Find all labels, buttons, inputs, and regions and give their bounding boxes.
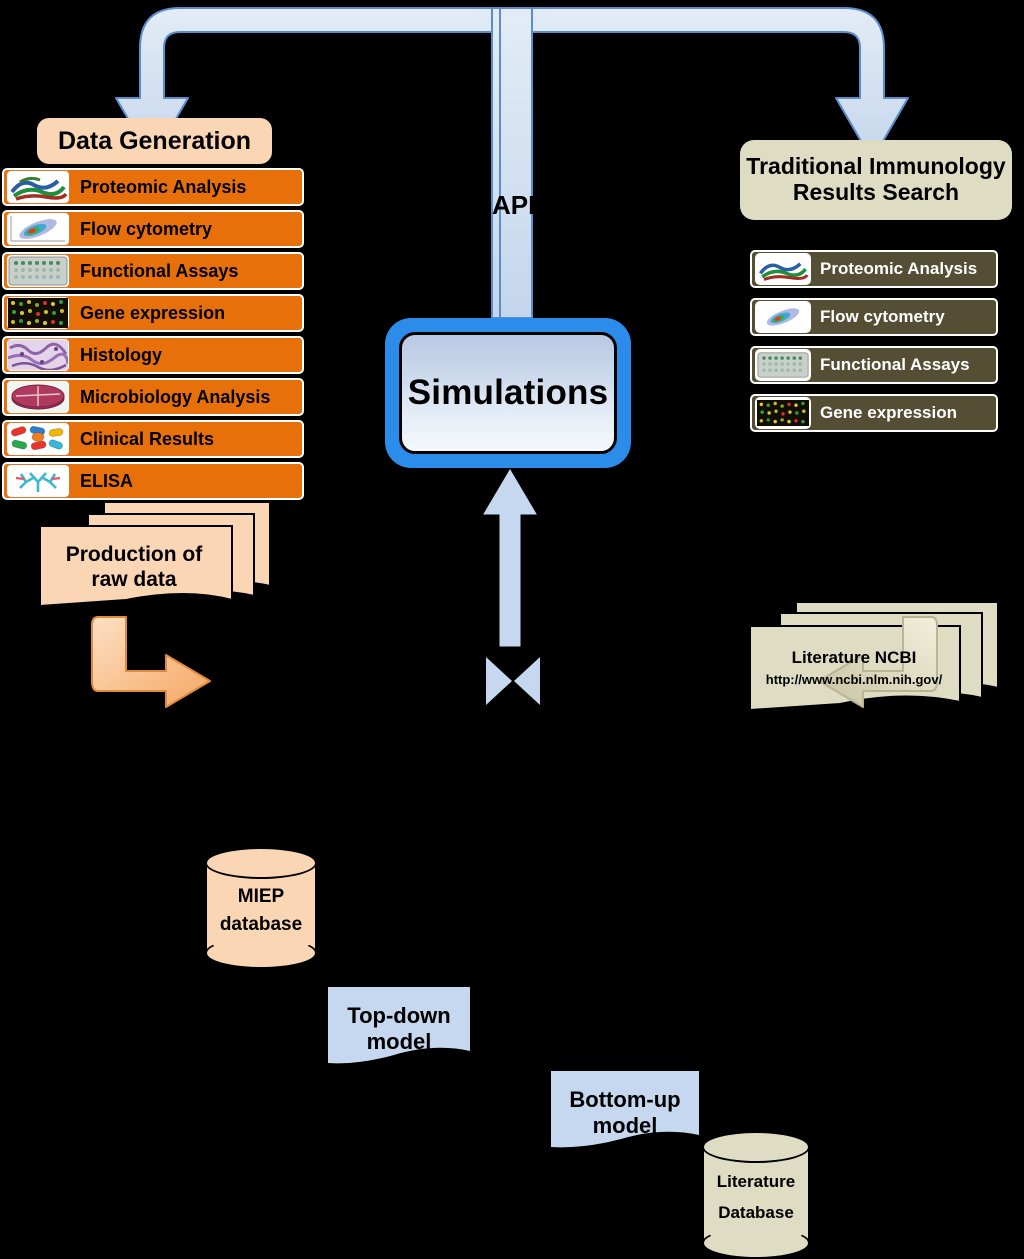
up-arrow-to-simulations xyxy=(483,469,537,647)
flow-cytometry-plot-icon xyxy=(6,212,70,246)
data-generation-item-histology[interactable]: Histology xyxy=(2,336,304,374)
top-down-model-box[interactable]: Top-down model xyxy=(328,987,470,1071)
row-label: Functional Assays xyxy=(80,260,239,281)
miep-database-cylinder[interactable]: MIEP database xyxy=(205,847,317,969)
bottom-up-line-2: model xyxy=(592,1113,658,1138)
protein-ribbon-icon xyxy=(755,253,811,285)
simulations-inner: Simulations xyxy=(399,332,617,454)
row-label: Proteomic Analysis xyxy=(820,259,978,278)
row-label: Clinical Results xyxy=(80,428,215,449)
row-label: ELISA xyxy=(80,470,134,491)
production-of-raw-data-document-stack: Production of raw data xyxy=(36,500,272,608)
data-generation-item-proteomic-analysis[interactable]: Proteomic Analysis xyxy=(2,168,304,206)
literature-database-cylinder[interactable]: Literature Database xyxy=(702,1131,810,1259)
data-generation-item-gene-expression[interactable]: Gene expression xyxy=(2,294,304,332)
simulations-label: Simulations xyxy=(407,373,609,412)
row-label: Microbiology Analysis xyxy=(80,386,271,407)
header-line-1: Traditional Immunology xyxy=(746,153,1006,180)
ncbi-title: Literature NCBI xyxy=(791,648,917,667)
microplate-icon xyxy=(6,254,70,288)
row-label: Proteomic Analysis xyxy=(80,176,247,197)
data-generation-item-clinical-results[interactable]: Clinical Results xyxy=(2,420,304,458)
diagram-canvas: API Data Generation Proteomic Analysis F… xyxy=(0,0,1024,1259)
protein-ribbon-icon xyxy=(6,170,70,204)
api-label: API xyxy=(492,190,536,220)
traditional-immunology-item-flow-cytometry[interactable]: Flow cytometry xyxy=(750,298,998,336)
traditional-immunology-item-proteomic-analysis[interactable]: Proteomic Analysis xyxy=(750,250,998,288)
raw-data-line-1: Production of xyxy=(65,543,203,566)
bowtie-connector xyxy=(486,657,540,705)
data-generation-header: Data Generation xyxy=(37,118,272,164)
antibody-icon xyxy=(6,464,70,498)
microarray-icon xyxy=(6,296,70,330)
simulations-node[interactable]: Simulations xyxy=(385,318,631,468)
data-generation-item-flow-cytometry[interactable]: Flow cytometry xyxy=(2,210,304,248)
pills-icon xyxy=(6,422,70,456)
literature-line-2: Database xyxy=(718,1202,794,1222)
bottom-up-model-box[interactable]: Bottom-up model xyxy=(551,1071,699,1155)
bottom-up-line-1: Bottom-up xyxy=(569,1087,681,1112)
traditional-immunology-item-gene-expression[interactable]: Gene expression xyxy=(750,394,998,432)
row-label: Histology xyxy=(80,344,163,365)
row-label: Gene expression xyxy=(80,302,226,323)
microplate-icon xyxy=(755,349,811,381)
orange-elbow-arrow xyxy=(91,616,211,708)
traditional-immunology-item-functional-assays[interactable]: Functional Assays xyxy=(750,346,998,384)
literature-line-1: Literature xyxy=(716,1171,796,1191)
data-generation-item-functional-assays[interactable]: Functional Assays xyxy=(2,252,304,290)
row-label: Gene expression xyxy=(820,403,958,422)
row-label: Flow cytometry xyxy=(80,218,213,239)
miep-line-2: database xyxy=(219,914,303,936)
cylinder-top xyxy=(205,847,317,879)
histology-slide-icon xyxy=(6,338,70,372)
cylinder-top xyxy=(702,1131,810,1163)
microarray-icon xyxy=(755,397,811,429)
data-generation-item-elisa[interactable]: ELISA xyxy=(2,462,304,500)
row-label: Flow cytometry xyxy=(820,307,945,326)
ncbi-url: http://www.ncbi.nlm.nih.gov/ xyxy=(765,672,943,687)
miep-line-1: MIEP xyxy=(237,886,285,908)
header-line-2: Results Search xyxy=(792,179,960,205)
cylinder-bottom xyxy=(205,937,317,969)
raw-data-line-2: raw data xyxy=(91,568,177,591)
petri-dish-icon xyxy=(6,380,70,414)
data-generation-item-microbiology-analysis[interactable]: Microbiology Analysis xyxy=(2,378,304,416)
row-label: Functional Assays xyxy=(820,355,970,374)
flow-cytometry-plot-icon xyxy=(755,301,811,333)
traditional-immunology-header: Traditional Immunology Results Search xyxy=(740,140,1012,220)
top-down-line-2: model xyxy=(366,1029,432,1054)
cylinder-bottom xyxy=(702,1227,810,1259)
top-down-line-1: Top-down xyxy=(347,1003,451,1028)
